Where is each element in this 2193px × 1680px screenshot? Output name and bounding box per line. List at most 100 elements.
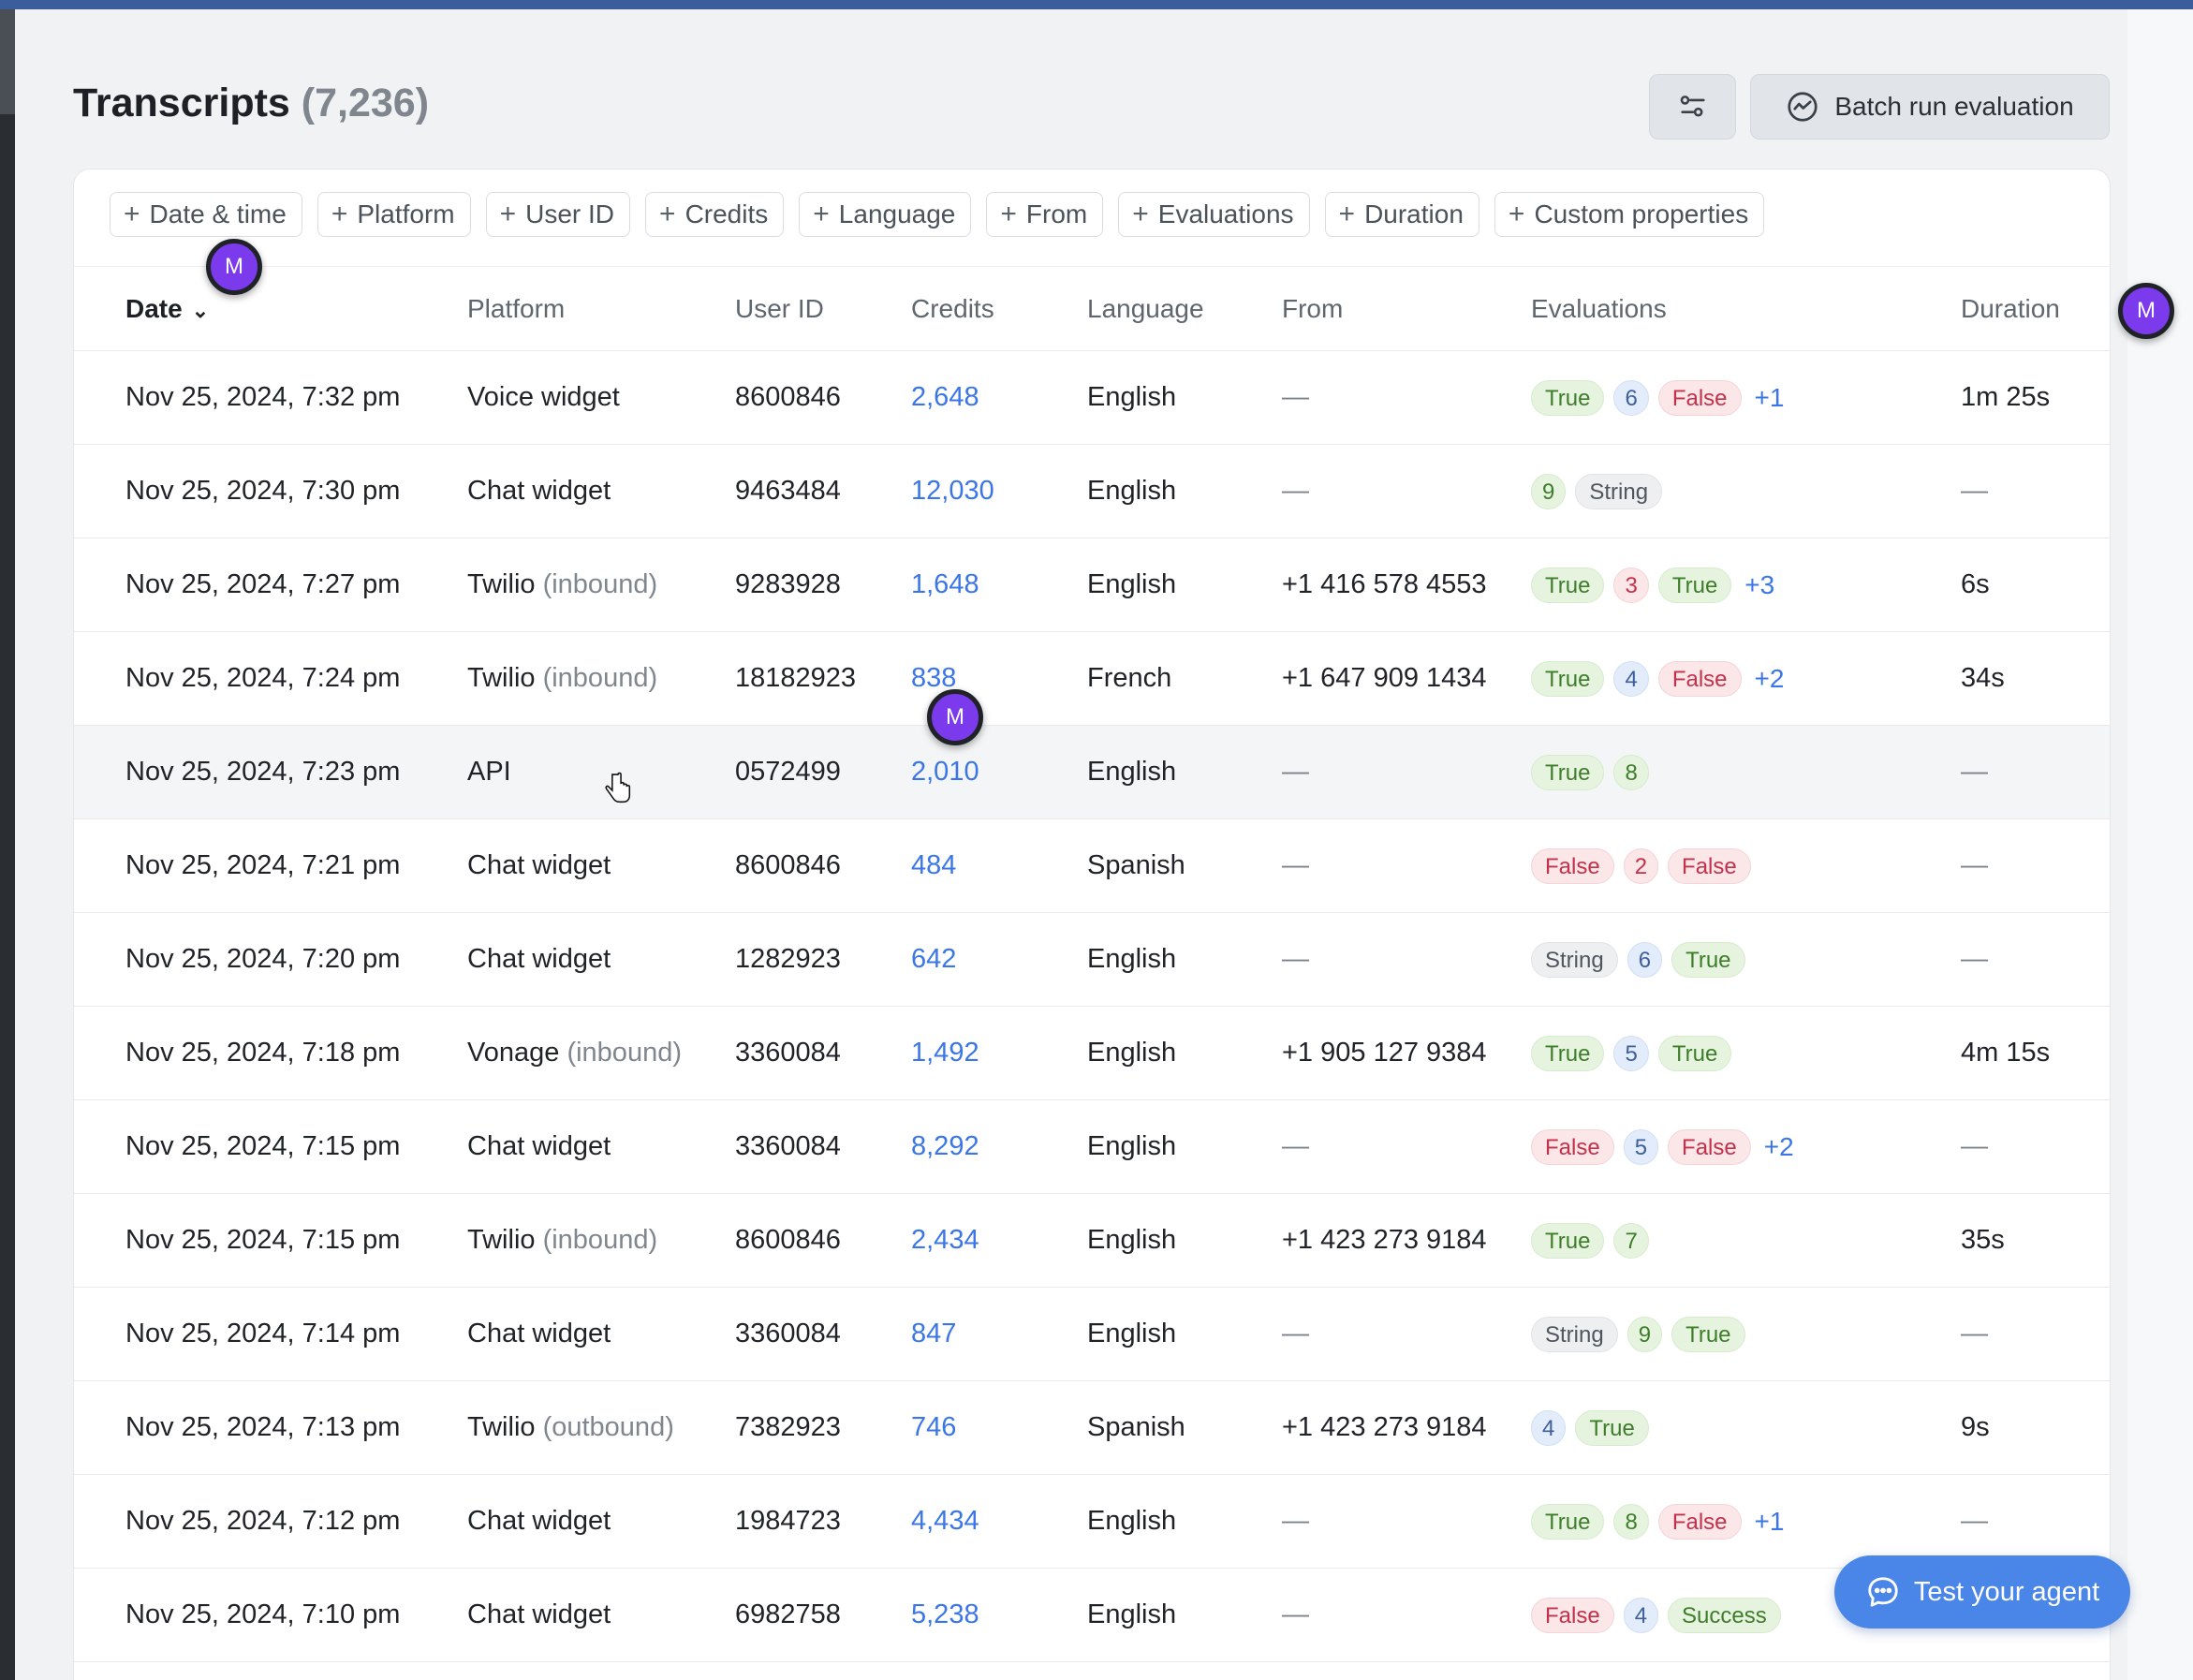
cell-credits-link[interactable]: 1,648 [911,538,979,631]
filter-chip-platform[interactable]: + Platform [316,192,471,237]
filter-chip-from[interactable]: + From [986,192,1104,237]
table-row[interactable]: Nov 25, 2024, 7:24 pm Twilio (inbound) 181… [74,632,2110,726]
table-row[interactable]: Nov 25, 2024, 7:14 pm Chat widget 3360084 8… [74,1288,2110,1381]
cell-credits-link[interactable]: 847 [911,1288,956,1380]
table-row[interactable]: Nov 25, 2024, 7:15 pm Chat widget 3360084 8… [74,1100,2110,1194]
collaborator-avatar[interactable]: M [2118,283,2174,339]
table-row[interactable]: Nov 25, 2024, 7:12 pm Chat widget 1984723 4… [74,1475,2110,1569]
cell-user-id: 9283928 [735,569,841,599]
cell-credits-link[interactable]: 746 [911,1381,956,1474]
call-direction: (inbound) [542,1225,658,1255]
evaluation-badge: 9 [1626,1316,1663,1352]
column-header-credits[interactable]: Credits [911,267,994,351]
column-header-language[interactable]: Language [1087,267,1204,351]
cell-duration: 35s [1961,1225,2005,1255]
cell-credits-link[interactable]: 5,238 [911,1569,979,1661]
more-evaluations-link[interactable]: +2 [1764,1132,1794,1162]
cell-credits-link[interactable]: 2,648 [911,351,979,444]
evaluation-badge: 5 [1613,1035,1649,1071]
cell-from: — [1282,944,1309,974]
table-row[interactable]: Nov 25, 2024, 7:27 pm Twilio (inbound) 928… [74,538,2110,632]
filter-settings-button[interactable] [1649,74,1736,140]
cell-user-id: 1984723 [735,1506,841,1536]
cell-language: English [1087,757,1177,787]
cell-evaluations: False 2 False [1531,819,1751,912]
sliders-icon [1680,96,1705,117]
table-row[interactable]: Nov 25, 2024, 7:23 pm API 0572499 2,010 Engl… [74,726,2110,819]
evaluation-badge: True [1657,1035,1732,1071]
filter-chip-duration[interactable]: + Duration [1324,192,1479,237]
cell-from: — [1282,1131,1309,1161]
evaluation-badge: String [1531,1316,1618,1352]
cell-duration: — [1961,1319,1988,1348]
more-evaluations-link[interactable]: +1 [1755,383,1785,413]
evaluation-badge: True [1531,379,1605,416]
cell-credits-link[interactable]: 12,030 [911,445,994,538]
platform-name: Twilio [467,1412,536,1442]
hand-pointer-icon [605,772,631,803]
evaluation-badge: 8 [1613,1503,1649,1540]
cell-credits-link[interactable]: 8,292 [911,1100,979,1193]
table-row[interactable]: Nov 25, 2024, 7:30 pm Chat widget 9463484 1… [74,445,2110,538]
plus-icon: + [1338,199,1356,229]
cell-credits-link[interactable]: 4,434 [911,1475,979,1568]
cell-duration: — [1961,1506,1988,1536]
evaluation-badge: True [1657,567,1732,603]
table-row[interactable]: Nov 25, 2024, 7:18 pm Vonage (inbound) 336… [74,1007,2110,1100]
transcripts-page: Transcripts (7,236) Batch run evaluation… [15,9,2174,1680]
cell-date: Nov 25, 2024, 7:23 pm [125,757,401,787]
table-row[interactable]: Nov 25, 2024, 7:21 pm Chat widget 8600846 4… [74,819,2110,913]
cell-date: Nov 25, 2024, 7:13 pm [125,1412,401,1442]
cell-date: Nov 25, 2024, 7:21 pm [125,850,401,880]
column-header-date[interactable]: Date ⌄ [125,267,209,351]
cell-date: Nov 25, 2024, 7:10 pm [125,1599,401,1629]
cell-platform: API [467,726,511,818]
table-row[interactable]: Nov 25, 2024, 7:32 pm Voice widget 8600846… [74,351,2110,445]
filter-chip-language[interactable]: + Language [799,192,972,237]
filter-chip-custom-properties[interactable]: + Custom properties [1494,192,1765,237]
cell-credits-link[interactable]: 484 [911,819,956,912]
evaluation-badge: Success [1668,1597,1781,1633]
filter-chip-evaluations[interactable]: + Evaluations [1118,192,1310,237]
batch-run-evaluation-label: Batch run evaluation [1834,92,2074,121]
call-direction: (inbound) [542,569,658,599]
batch-run-evaluation-button[interactable]: Batch run evaluation [1750,74,2110,140]
column-header-user-id[interactable]: User ID [735,267,824,351]
filter-chip-credits[interactable]: + Credits [645,192,785,237]
table-row[interactable]: Nov 25, 2024, 7:15 pm Twilio (inbound) 860… [74,1194,2110,1288]
column-header-platform[interactable]: Platform [467,267,565,351]
more-evaluations-link[interactable]: +1 [1755,1507,1785,1537]
evaluation-badge: False [1668,847,1751,884]
column-header-from[interactable]: From [1282,267,1343,351]
table-row[interactable]: Nov 25, 2024, 7:10 pm Chat widget 6982758 5… [74,1569,2110,1662]
cell-platform: Chat widget [467,819,611,912]
cell-duration: — [1961,850,1988,880]
cell-language: English [1087,1506,1177,1536]
cell-platform: Chat widget [467,445,611,538]
cell-date: Nov 25, 2024, 7:12 pm [125,1506,401,1536]
collaborator-avatar[interactable]: M [206,239,262,295]
cell-platform: Chat widget [467,1288,611,1380]
cell-credits-link[interactable]: 1,492 [911,1007,979,1099]
table-row[interactable]: Nov 25, 2024, 7:13 pm Twilio (outbound) 73… [74,1381,2110,1475]
more-evaluations-link[interactable]: +3 [1744,570,1774,600]
test-your-agent-button[interactable]: Test your agent [1834,1555,2130,1628]
table-row[interactable]: Nov 25, 2024, 7:20 pm Chat widget 1282923 6… [74,913,2110,1007]
collaborator-avatar[interactable]: M [927,689,983,745]
column-header-duration[interactable]: Duration [1961,267,2060,351]
cell-platform: Chat widget [467,913,611,1006]
filter-chip-user-id[interactable]: + User ID [485,192,631,237]
cell-user-id: 0572499 [735,757,841,787]
evaluation-badge: False [1531,1597,1614,1633]
cell-user-id: 3360084 [735,1319,841,1348]
platform-name: Chat widget [467,850,611,880]
cell-user-id: 6982758 [735,1599,841,1629]
filter-chip-label: Duration [1364,199,1464,228]
cell-credits-link[interactable]: 642 [911,913,956,1006]
column-header-evaluations[interactable]: Evaluations [1531,267,1667,351]
cell-credits-link[interactable]: 2,434 [911,1194,979,1287]
cell-from: — [1282,850,1309,880]
cell-platform: Chat widget [467,1475,611,1568]
filter-chip-date-time[interactable]: + Date & time [110,192,302,237]
more-evaluations-link[interactable]: +2 [1755,664,1785,694]
